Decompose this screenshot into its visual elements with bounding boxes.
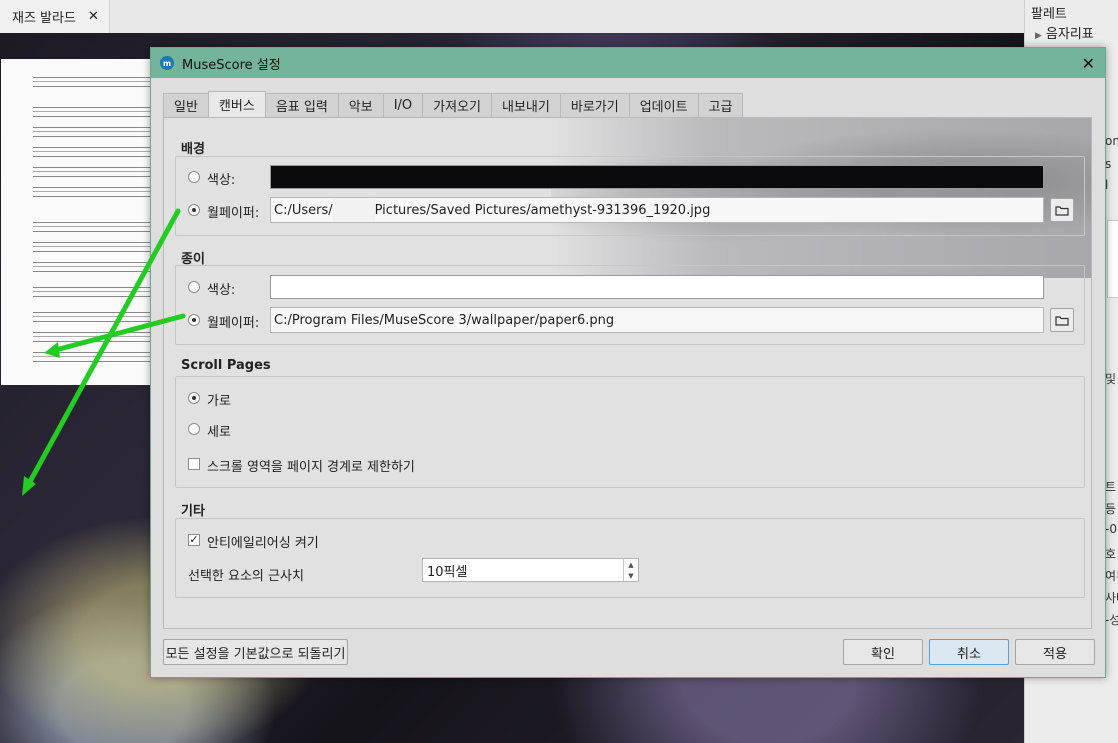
canvas-tab-panel: 배경 색상: 월페이퍼: C:/Users/ Pictures/Saved Pi…	[163, 117, 1092, 629]
proximity-label: 선택한 요소의 근사치	[188, 569, 304, 584]
spin-up-icon[interactable]: ▲	[628, 561, 633, 569]
reset-defaults-button[interactable]: 모든 설정을 기본값으로 되돌리기	[163, 639, 348, 665]
clipped-text: l	[1105, 178, 1109, 192]
tab-shortcuts[interactable]: 바로가기	[559, 93, 630, 117]
path-part: C:/Users/	[274, 202, 333, 218]
document-tab[interactable]: 재즈 발라드 ✕	[0, 0, 110, 33]
spin-down-icon[interactable]: ▼	[628, 572, 633, 580]
paper-wallpaper-label: 월페이퍼:	[207, 316, 260, 331]
antialias-label: 안티에일리어싱 켜기	[207, 536, 319, 551]
proximity-spinbox[interactable]: 10픽셀 ▲ ▼	[422, 558, 639, 582]
background-wallpaper-label: 월페이퍼:	[207, 206, 260, 221]
limit-scroll-label: 스크롤 영역을 페이지 경계로 제한하기	[207, 460, 415, 475]
paper-color-label: 색상:	[207, 283, 236, 298]
clipped-text: 및	[1105, 372, 1117, 386]
preferences-dialog: m MuseScore 설정 ✕ 일반 캔버스 음표 입력 악보 I/O 가져오…	[150, 47, 1106, 678]
paper-wallpaper-path-field[interactable]: C:/Program Files/MuseScore 3/wallpaper/p…	[270, 307, 1044, 333]
dialog-title: MuseScore 설정	[182, 57, 281, 73]
clipped-text: 여부	[1105, 569, 1118, 583]
staff-line	[33, 107, 151, 117]
staff-line	[33, 242, 151, 252]
palette-item-clefs[interactable]: ▶ 음자리표	[1035, 23, 1094, 42]
musescore-logo-icon: m	[160, 56, 174, 70]
staff-line	[33, 147, 151, 157]
background-color-radio[interactable]	[188, 171, 200, 183]
clipped-text: on	[1105, 134, 1118, 148]
document-tab-label: 재즈 발라드	[12, 11, 76, 26]
cancel-button[interactable]: 취소	[929, 639, 1009, 665]
palette-title: 팔레트	[1031, 7, 1067, 22]
staff-line	[33, 352, 151, 362]
limit-scroll-checkbox[interactable]	[188, 458, 200, 470]
misc-group-title: 기타	[181, 504, 205, 519]
clipped-text: 트	[1105, 480, 1117, 494]
tab-note-input[interactable]: 음표 입력	[264, 93, 339, 117]
background-wallpaper-path-field[interactable]: C:/Users/ Pictures/Saved Pictures/amethy…	[270, 197, 1044, 223]
ok-button[interactable]: 확인	[843, 639, 923, 665]
paper-color-radio[interactable]	[188, 281, 200, 293]
path-part: Pictures/Saved Pictures/amethyst-931396_…	[374, 202, 711, 218]
clipped-text: 사다	[1105, 591, 1118, 605]
palette-cell[interactable]	[1107, 220, 1118, 298]
tab-export[interactable]: 내보내기	[491, 93, 561, 117]
staff-line	[33, 332, 151, 342]
background-wallpaper-radio[interactable]	[188, 204, 200, 216]
scroll-vertical-label: 세로	[207, 425, 231, 440]
scroll-horizontal-radio[interactable]	[188, 392, 200, 404]
dialog-titlebar[interactable]: m MuseScore 설정 ✕	[151, 48, 1105, 78]
staff-line	[33, 187, 151, 197]
close-icon[interactable]: ✕	[88, 9, 99, 24]
preferences-tabs: 일반 캔버스 음표 입력 악보 I/O 가져오기 내보내기 바로가기 업데이트 …	[163, 91, 744, 117]
clipped-text: s	[1105, 157, 1112, 171]
folder-icon	[1055, 315, 1069, 326]
background-group-title: 배경	[181, 142, 205, 157]
score-page	[1, 59, 151, 385]
background-color-label: 색상:	[207, 173, 236, 188]
paper-wallpaper-radio[interactable]	[188, 314, 200, 326]
staff-line	[33, 77, 151, 87]
staff-line	[33, 167, 151, 177]
tab-import[interactable]: 가져오기	[422, 93, 493, 117]
proximity-value: 10픽셀	[427, 564, 468, 580]
folder-icon	[1055, 205, 1069, 216]
scroll-group-title: Scroll Pages	[181, 358, 271, 373]
staff-line	[33, 262, 151, 272]
clipped-text: -0	[1105, 522, 1117, 536]
apply-button[interactable]: 적용	[1015, 639, 1095, 665]
document-tab-bar: 재즈 발라드 ✕	[0, 0, 1024, 34]
staff-line	[33, 127, 151, 137]
tab-advanced[interactable]: 고급	[697, 93, 744, 117]
path-text: C:/Program Files/MuseScore 3/wallpaper/p…	[274, 312, 615, 328]
background-browse-button[interactable]	[1050, 198, 1074, 222]
staff-line	[33, 222, 151, 232]
tab-canvas[interactable]: 캔버스	[207, 91, 266, 117]
spin-arrows[interactable]: ▲ ▼	[623, 559, 638, 581]
background-color-swatch[interactable]	[270, 165, 1044, 189]
clipped-text: 등	[1105, 502, 1117, 516]
clipped-text: 호	[1105, 547, 1117, 561]
tab-update[interactable]: 업데이트	[628, 93, 699, 117]
redacted-username	[332, 199, 375, 221]
scroll-horizontal-label: 가로	[207, 394, 231, 409]
palette-item-label: 음자리표	[1045, 27, 1094, 42]
paper-browse-button[interactable]	[1050, 308, 1074, 332]
clipped-text: -성	[1105, 613, 1118, 627]
expand-arrow-icon[interactable]: ▶	[1035, 31, 1042, 41]
close-icon[interactable]: ✕	[1082, 54, 1095, 73]
staff-line	[33, 312, 151, 322]
antialias-checkbox[interactable]: ✓	[188, 534, 200, 546]
tab-general[interactable]: 일반	[163, 93, 209, 117]
paper-color-swatch[interactable]	[270, 275, 1044, 299]
staff-line	[33, 287, 151, 297]
scroll-vertical-radio[interactable]	[188, 423, 200, 435]
tab-io[interactable]: I/O	[382, 93, 424, 117]
tab-score[interactable]: 악보	[337, 93, 384, 117]
